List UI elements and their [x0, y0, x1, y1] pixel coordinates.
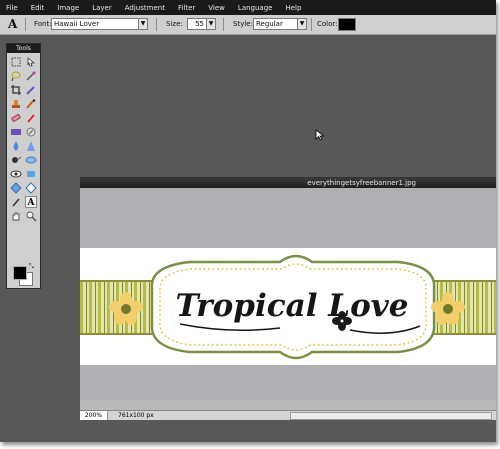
size-label: Size: — [166, 20, 183, 28]
menu-layer[interactable]: Layer — [92, 4, 112, 12]
eyedropper-icon[interactable] — [10, 196, 22, 208]
color-replace-icon[interactable] — [25, 112, 37, 124]
menu-language[interactable]: Language — [238, 4, 273, 12]
smudge-tool-icon[interactable] — [10, 154, 22, 166]
brush-tool-icon[interactable] — [25, 98, 37, 110]
marquee-tool-icon[interactable] — [10, 56, 22, 68]
document-status-bar: 200% 761x100 px — [80, 410, 496, 420]
divider — [156, 18, 157, 31]
crop-tool-icon[interactable] — [10, 84, 22, 96]
style-select[interactable]: Regular — [253, 18, 298, 30]
menu-edit[interactable]: Edit — [31, 4, 45, 12]
sharpen-cone-icon[interactable] — [25, 140, 37, 152]
magic-wand-icon[interactable] — [25, 70, 37, 82]
font-select[interactable]: Hawaii Lover — [51, 18, 139, 30]
options-bar: A Font: Hawaii Lover ▼ Size: 55 ▼ Style:… — [0, 15, 496, 35]
pencil-tool-icon[interactable] — [25, 84, 37, 96]
lasso-tool-icon[interactable] — [10, 70, 22, 82]
type-tool-icon: A — [8, 17, 18, 31]
menu-bar: File Edit Image Layer Adjustment Filter … — [0, 0, 496, 15]
image-dimensions: 761x100 px — [118, 412, 154, 419]
zoom-tool-icon[interactable] — [25, 210, 37, 222]
font-dropdown-icon[interactable]: ▼ — [138, 18, 148, 30]
document-title[interactable]: everythingetsyfreebanner1.jpg — [80, 178, 496, 188]
menu-view[interactable]: View — [208, 4, 225, 12]
size-select[interactable]: 55 — [187, 18, 207, 30]
color-label: Color: — [317, 20, 338, 28]
swap-colors-icon[interactable]: ⤡ — [29, 263, 34, 271]
foreground-color-swatch[interactable] — [13, 266, 27, 280]
bloat-tool-icon[interactable] — [25, 154, 37, 166]
blur-drop-icon[interactable] — [10, 140, 22, 152]
horizontal-scrollbar[interactable] — [290, 412, 492, 420]
shape-tool-icon[interactable] — [25, 182, 37, 194]
eraser-tool-icon[interactable] — [10, 112, 22, 124]
banner-text: Tropical Love — [175, 288, 408, 324]
gradient-tool-icon[interactable] — [10, 126, 22, 138]
banner-label-art: Tropical Love — [109, 254, 465, 360]
text-color-swatch[interactable] — [338, 18, 356, 31]
stamp-tool-icon[interactable] — [10, 98, 22, 110]
menu-image[interactable]: Image — [57, 4, 79, 12]
banner-image: Tropical Love — [80, 248, 496, 365]
hand-tool-icon[interactable] — [10, 210, 22, 222]
menu-adjustment[interactable]: Adjustment — [125, 4, 165, 12]
divider — [311, 18, 312, 31]
move-tool-icon[interactable] — [25, 56, 37, 68]
menu-filter[interactable]: Filter — [178, 4, 195, 12]
tools-panel-title: Tools — [7, 44, 40, 53]
mouse-pointer-icon — [315, 129, 325, 141]
type-tool-icon[interactable]: A — [25, 196, 37, 208]
zoom-field[interactable]: 200% — [80, 411, 108, 420]
app-window: File Edit Image Layer Adjustment Filter … — [0, 0, 496, 442]
tools-panel: Tools A ⤡ — [6, 43, 41, 289]
tool-grid: A — [10, 56, 38, 223]
pinch-tool-icon[interactable] — [10, 182, 22, 194]
size-dropdown-icon[interactable]: ▼ — [206, 18, 216, 30]
sponge-tool-icon[interactable] — [25, 168, 37, 180]
document-window: everythingetsyfreebanner1.jpg Tropical L… — [80, 177, 496, 420]
image-canvas[interactable]: Tropical Love — [80, 188, 496, 400]
divider — [223, 18, 224, 31]
sharpen-tool-icon[interactable] — [25, 126, 37, 138]
red-eye-icon[interactable] — [10, 168, 22, 180]
menu-help[interactable]: Help — [285, 4, 301, 12]
divider — [25, 18, 26, 31]
style-label: Style: — [233, 20, 253, 28]
font-label: Font: — [34, 20, 52, 28]
style-dropdown-icon[interactable]: ▼ — [297, 18, 307, 30]
menu-file[interactable]: File — [6, 4, 18, 12]
